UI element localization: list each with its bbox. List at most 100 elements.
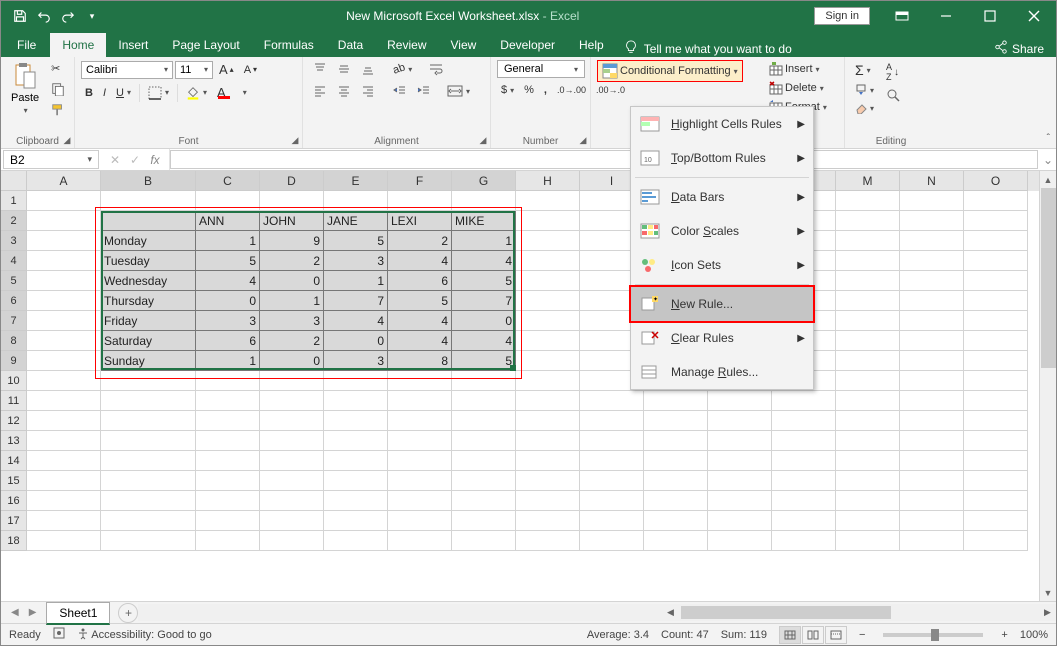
cell-N7[interactable]: [900, 311, 964, 331]
wrap-text-button[interactable]: [424, 60, 448, 78]
decrease-indent-button[interactable]: [389, 82, 411, 100]
zoom-knob[interactable]: [931, 629, 939, 641]
cell-O15[interactable]: [964, 471, 1028, 491]
scroll-down-icon[interactable]: ▼: [1040, 584, 1056, 601]
cell-C11[interactable]: [196, 391, 260, 411]
cell-L16[interactable]: [772, 491, 836, 511]
tab-developer[interactable]: Developer: [488, 33, 567, 57]
close-icon[interactable]: [1014, 2, 1054, 30]
cell-O9[interactable]: [964, 351, 1028, 371]
cell-H12[interactable]: [516, 411, 580, 431]
cell-O16[interactable]: [964, 491, 1028, 511]
scroll-left-icon[interactable]: ◀: [662, 604, 679, 621]
cf-icon-sets[interactable]: Icon Sets ▶: [631, 248, 813, 282]
cf-top-bottom[interactable]: 10 Top/Bottom Rules ▶: [631, 141, 813, 175]
undo-icon[interactable]: [35, 7, 53, 25]
sign-in-button[interactable]: Sign in: [814, 7, 870, 25]
cell-A3[interactable]: [27, 231, 101, 251]
comma-button[interactable]: ,: [540, 82, 551, 98]
cell-L12[interactable]: [772, 411, 836, 431]
column-header-B[interactable]: B: [101, 171, 196, 191]
cell-E11[interactable]: [324, 391, 388, 411]
cell-G11[interactable]: [452, 391, 516, 411]
cell-G18[interactable]: [452, 531, 516, 551]
scrollbar-thumb[interactable]: [1041, 188, 1056, 368]
cell-D15[interactable]: [260, 471, 324, 491]
column-header-O[interactable]: O: [964, 171, 1028, 191]
cell-N5[interactable]: [900, 271, 964, 291]
cf-clear-rules[interactable]: Clear Rules ▶: [631, 321, 813, 355]
cell-L17[interactable]: [772, 511, 836, 531]
cell-O8[interactable]: [964, 331, 1028, 351]
cell-D18[interactable]: [260, 531, 324, 551]
cell-M2[interactable]: [836, 211, 900, 231]
font-launcher-icon[interactable]: ◢: [289, 135, 301, 147]
cell-M1[interactable]: [836, 191, 900, 211]
cell-K17[interactable]: [708, 511, 772, 531]
orientation-button[interactable]: ab▾: [389, 61, 416, 77]
cell-N9[interactable]: [900, 351, 964, 371]
page-layout-view-button[interactable]: [802, 626, 824, 644]
cell-A18[interactable]: [27, 531, 101, 551]
cf-manage-rules[interactable]: Manage Rules...: [631, 355, 813, 389]
font-color-button[interactable]: A▾: [213, 83, 251, 102]
cell-A13[interactable]: [27, 431, 101, 451]
cell-K11[interactable]: [708, 391, 772, 411]
tab-insert[interactable]: Insert: [106, 33, 160, 57]
cell-O14[interactable]: [964, 451, 1028, 471]
cell-A1[interactable]: [27, 191, 101, 211]
fill-button[interactable]: ▾: [851, 82, 878, 98]
cell-G12[interactable]: [452, 411, 516, 431]
clear-button[interactable]: ▾: [851, 100, 878, 116]
cell-J17[interactable]: [644, 511, 708, 531]
page-break-view-button[interactable]: [825, 626, 847, 644]
collapse-ribbon-icon[interactable]: ˆ: [1043, 131, 1054, 146]
cell-K13[interactable]: [708, 431, 772, 451]
conditional-formatting-button[interactable]: Conditional Formatting ▾: [597, 60, 743, 82]
align-top-button[interactable]: [309, 60, 331, 78]
row-header-6[interactable]: 6: [1, 291, 27, 311]
cell-B13[interactable]: [101, 431, 196, 451]
scroll-right-icon[interactable]: ▶: [1039, 604, 1056, 621]
cell-I11[interactable]: [580, 391, 644, 411]
paste-button[interactable]: Paste ▾: [7, 60, 43, 117]
cell-O2[interactable]: [964, 211, 1028, 231]
column-header-F[interactable]: F: [388, 171, 452, 191]
sheet-prev-icon[interactable]: ◀: [7, 607, 23, 618]
percent-button[interactable]: %: [520, 82, 538, 98]
cell-F16[interactable]: [388, 491, 452, 511]
cell-H1[interactable]: [516, 191, 580, 211]
zoom-out-button[interactable]: −: [859, 629, 865, 641]
sheet-tab-sheet1[interactable]: Sheet1: [46, 602, 110, 625]
font-size-select[interactable]: 11▾: [175, 61, 213, 79]
align-middle-button[interactable]: [333, 60, 355, 78]
cell-N10[interactable]: [900, 371, 964, 391]
row-header-8[interactable]: 8: [1, 331, 27, 351]
currency-button[interactable]: $▾: [497, 82, 518, 98]
cell-A11[interactable]: [27, 391, 101, 411]
cell-K14[interactable]: [708, 451, 772, 471]
cell-H10[interactable]: [516, 371, 580, 391]
cell-H18[interactable]: [516, 531, 580, 551]
redo-icon[interactable]: [59, 7, 77, 25]
cell-G15[interactable]: [452, 471, 516, 491]
column-header-D[interactable]: D: [260, 171, 324, 191]
tab-view[interactable]: View: [439, 33, 489, 57]
cell-J15[interactable]: [644, 471, 708, 491]
cell-K18[interactable]: [708, 531, 772, 551]
macro-record-icon[interactable]: [53, 627, 65, 642]
bold-button[interactable]: B: [81, 85, 97, 101]
cf-new-rule[interactable]: ✦ New Rule...: [631, 287, 813, 321]
borders-button[interactable]: ▾: [144, 84, 173, 102]
cell-J14[interactable]: [644, 451, 708, 471]
cell-A2[interactable]: [27, 211, 101, 231]
row-header-9[interactable]: 9: [1, 351, 27, 371]
cell-E12[interactable]: [324, 411, 388, 431]
cell-E18[interactable]: [324, 531, 388, 551]
cell-J12[interactable]: [644, 411, 708, 431]
cell-J13[interactable]: [644, 431, 708, 451]
row-header-18[interactable]: 18: [1, 531, 27, 551]
cell-A12[interactable]: [27, 411, 101, 431]
cell-G16[interactable]: [452, 491, 516, 511]
cell-N17[interactable]: [900, 511, 964, 531]
